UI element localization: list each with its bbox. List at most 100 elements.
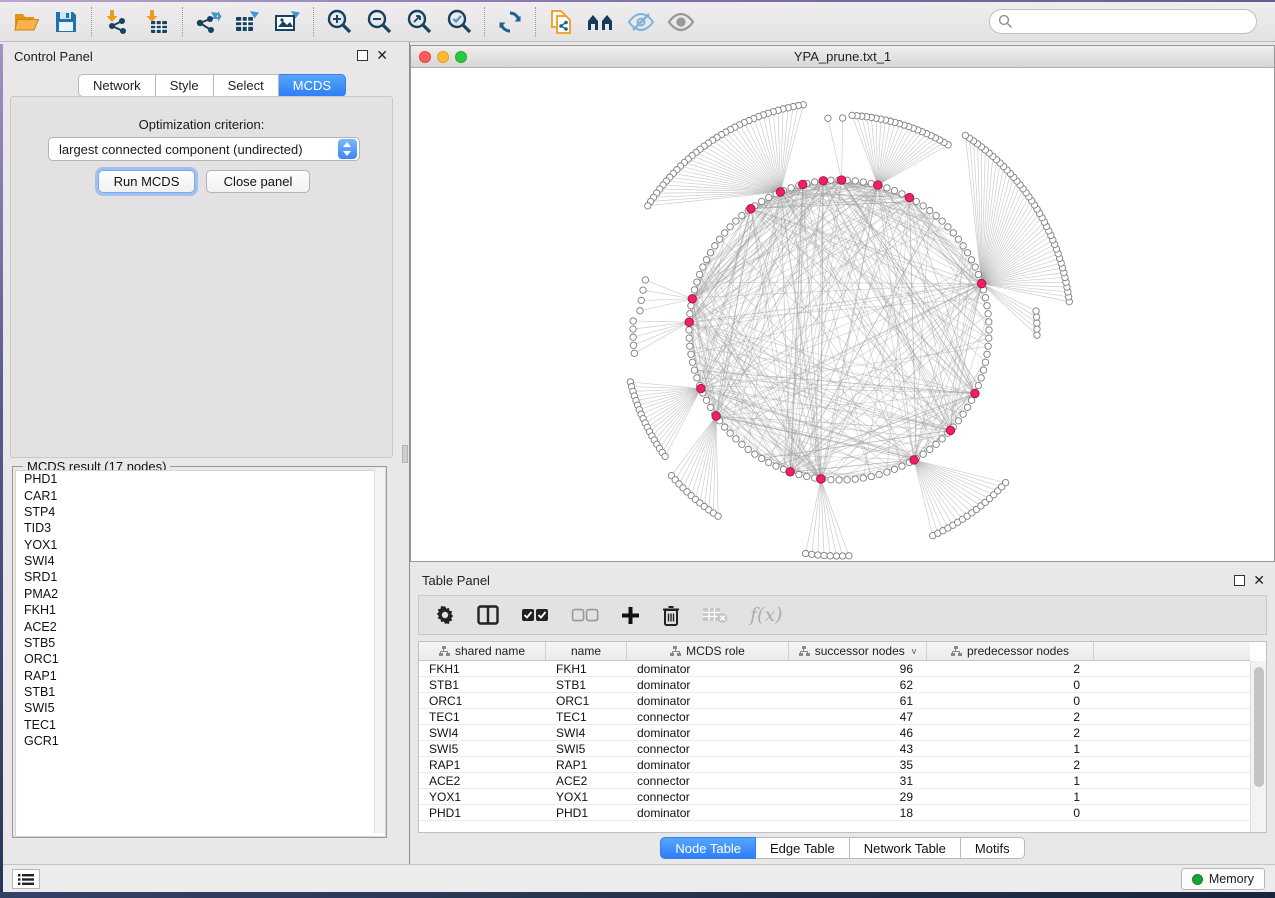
tab-style[interactable]: Style <box>156 74 214 97</box>
zoom-out-icon[interactable] <box>359 5 399 39</box>
cell-name[interactable]: PHD1 <box>546 805 627 820</box>
network-node[interactable] <box>696 271 702 277</box>
cell-shared-name[interactable]: STB1 <box>419 677 546 692</box>
search-input[interactable] <box>989 9 1257 34</box>
network-node[interactable] <box>802 550 808 556</box>
cell-shared-name[interactable]: FKH1 <box>419 661 546 676</box>
mcds-result-item[interactable]: YOX1 <box>16 537 385 553</box>
table-row[interactable]: SWI4SWI4dominator462 <box>419 725 1250 741</box>
network-node[interactable] <box>825 115 831 121</box>
close-table-panel-icon[interactable]: ✕ <box>1253 572 1265 588</box>
cell-name[interactable]: RAP1 <box>546 757 627 772</box>
mcds-result-item[interactable]: STB5 <box>16 635 385 651</box>
export-table-icon[interactable] <box>228 5 268 39</box>
network-node[interactable] <box>715 513 721 519</box>
network-canvas[interactable] <box>411 68 1274 561</box>
network-node[interactable] <box>630 326 636 332</box>
cell-shared-name[interactable]: YOX1 <box>419 789 546 804</box>
mcds-hub-node[interactable] <box>776 188 784 196</box>
show-all-icon[interactable] <box>661 5 701 39</box>
cell-name[interactable]: ACE2 <box>546 773 627 788</box>
tab-mcds[interactable]: MCDS <box>279 74 346 97</box>
float-table-panel-button[interactable] <box>1234 575 1245 586</box>
cell-shared-name[interactable]: ORC1 <box>419 693 546 708</box>
network-node[interactable] <box>945 224 951 230</box>
network-node[interactable] <box>884 469 890 475</box>
network-node[interactable] <box>707 404 713 410</box>
select-columns-icon[interactable] <box>477 605 499 625</box>
network-node[interactable] <box>815 552 821 558</box>
network-node[interactable] <box>812 179 818 185</box>
table-row[interactable]: ACE2ACE2connector311 <box>419 773 1250 789</box>
mcds-hub-node[interactable] <box>747 204 755 212</box>
mcds-hub-node[interactable] <box>946 426 954 434</box>
cell-MCDS-role[interactable]: dominator <box>627 725 789 740</box>
cell-predecessor-nodes[interactable]: 2 <box>927 661 1094 676</box>
network-node[interactable] <box>804 473 810 479</box>
column-header-shared-name[interactable]: shared name <box>419 642 546 660</box>
network-window-titlebar[interactable]: YPA_prune.txt_1 <box>411 46 1274 68</box>
network-node[interactable] <box>933 441 939 447</box>
import-table-icon[interactable] <box>137 5 177 39</box>
cell-MCDS-role[interactable]: dominator <box>627 693 789 708</box>
export-image-icon[interactable] <box>268 5 308 39</box>
cell-name[interactable]: ORC1 <box>546 693 627 708</box>
network-node[interactable] <box>960 411 966 417</box>
cell-shared-name[interactable]: SWI5 <box>419 741 546 756</box>
network-node[interactable] <box>686 327 692 333</box>
cell-predecessor-nodes[interactable]: 1 <box>927 773 1094 788</box>
network-node[interactable] <box>687 343 693 349</box>
cell-MCDS-role[interactable]: connector <box>627 789 789 804</box>
cell-MCDS-role[interactable]: dominator <box>627 677 789 692</box>
network-node[interactable] <box>827 553 833 559</box>
network-node[interactable] <box>703 397 709 403</box>
cell-successor-nodes[interactable]: 31 <box>789 773 927 788</box>
network-node[interactable] <box>884 185 890 191</box>
cell-name[interactable]: YOX1 <box>546 789 627 804</box>
table-row[interactable]: ORC1ORC1dominator610 <box>419 693 1250 709</box>
import-network-icon[interactable] <box>97 5 137 39</box>
close-panel-button[interactable]: Close panel <box>206 170 310 193</box>
network-node[interactable] <box>721 424 727 430</box>
cell-MCDS-role[interactable]: connector <box>627 773 789 788</box>
network-node[interactable] <box>860 475 866 481</box>
cell-predecessor-nodes[interactable]: 0 <box>927 677 1094 692</box>
network-node[interactable] <box>700 264 706 270</box>
network-node[interactable] <box>972 264 978 270</box>
table-row[interactable]: YOX1YOX1connector291 <box>419 789 1250 805</box>
network-node[interactable] <box>1034 320 1040 326</box>
deselect-all-rows-icon[interactable] <box>571 608 599 622</box>
network-node[interactable] <box>868 473 874 479</box>
mcds-result-item[interactable]: FKH1 <box>16 602 385 618</box>
network-node[interactable] <box>662 453 668 459</box>
cell-predecessor-nodes[interactable]: 1 <box>927 789 1094 804</box>
network-node[interactable] <box>758 198 764 204</box>
network-node[interactable] <box>638 297 644 303</box>
network-node[interactable] <box>891 187 897 193</box>
network-node[interactable] <box>920 451 926 457</box>
cell-successor-nodes[interactable]: 43 <box>789 741 927 756</box>
network-node[interactable] <box>955 418 961 424</box>
optimization-criterion-select[interactable]: largest connected component (undirected) <box>48 137 360 161</box>
table-row[interactable]: RAP1RAP1dominator352 <box>419 757 1250 773</box>
run-mcds-button[interactable]: Run MCDS <box>98 170 195 193</box>
network-node[interactable] <box>809 551 815 557</box>
mcds-hub-node[interactable] <box>874 181 882 189</box>
network-node[interactable] <box>694 279 700 285</box>
network-node[interactable] <box>686 335 692 341</box>
network-node[interactable] <box>637 308 643 314</box>
network-node[interactable] <box>707 249 713 255</box>
column-header-predecessor-nodes[interactable]: predecessor nodes <box>927 642 1094 660</box>
network-node[interactable] <box>721 230 727 236</box>
network-node[interactable] <box>852 476 858 482</box>
cell-successor-nodes[interactable]: 35 <box>789 757 927 772</box>
cell-successor-nodes[interactable]: 61 <box>789 693 927 708</box>
new-network-from-selection-icon[interactable] <box>541 5 581 39</box>
select-all-rows-icon[interactable] <box>521 608 549 622</box>
delete-table-icon[interactable] <box>702 606 728 624</box>
mcds-list-scrollbar[interactable] <box>374 468 385 833</box>
network-node[interactable] <box>975 382 981 388</box>
cell-successor-nodes[interactable]: 62 <box>789 677 927 692</box>
tab-edge-table[interactable]: Edge Table <box>756 837 850 859</box>
mcds-result-item[interactable]: SWI5 <box>16 700 385 716</box>
